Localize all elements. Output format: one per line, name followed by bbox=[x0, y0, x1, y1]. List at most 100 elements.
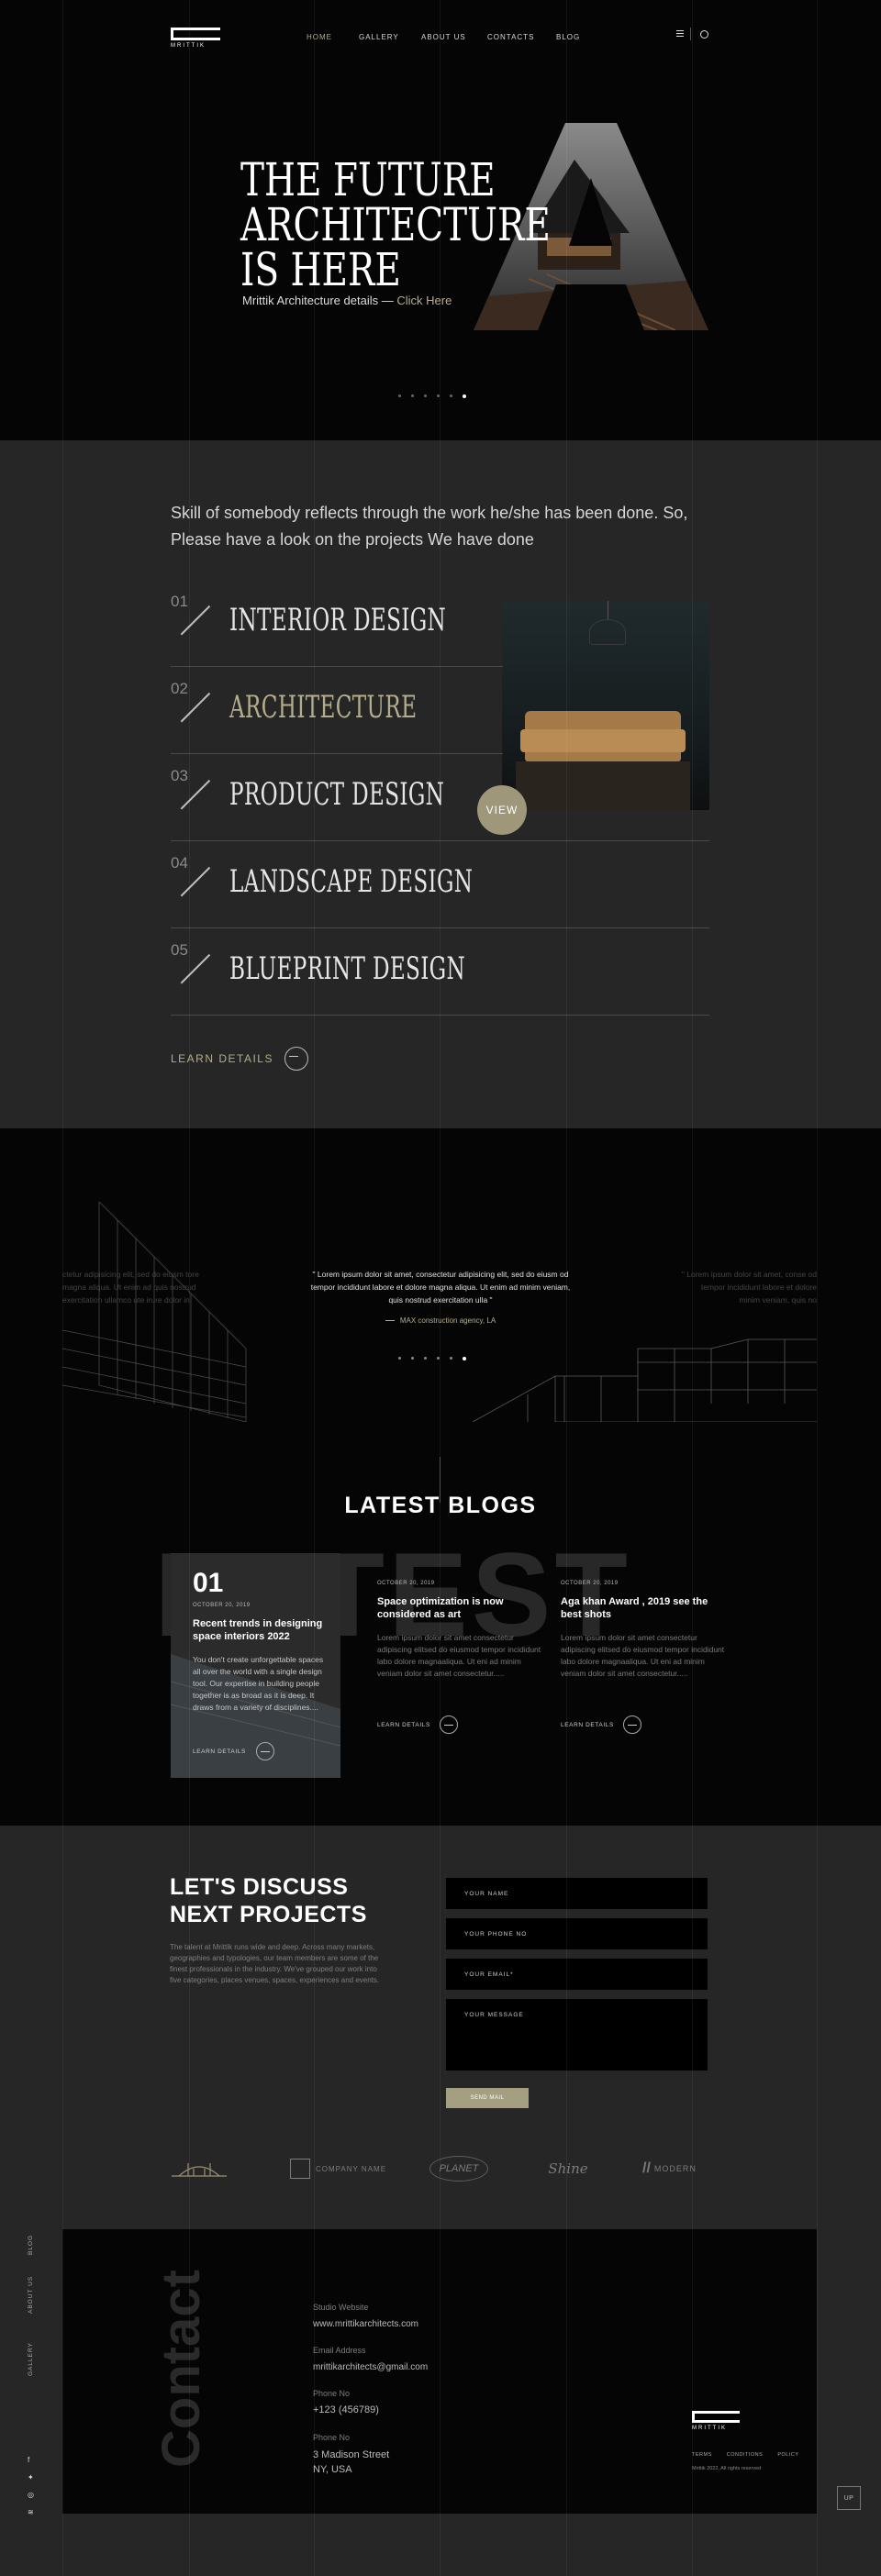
footer: Contact Studio Website www.mrittikarchit… bbox=[62, 2229, 817, 2514]
slider-dot[interactable] bbox=[437, 394, 440, 397]
slider-dot[interactable] bbox=[424, 394, 427, 397]
arrow-right-icon[interactable] bbox=[256, 1742, 274, 1760]
arrow-right-icon[interactable] bbox=[623, 1715, 641, 1734]
service-name[interactable]: LANDSCAPE DESIGN bbox=[229, 863, 473, 900]
testimonial-author: MAX construction agency, LA bbox=[303, 1316, 578, 1325]
slider-dot[interactable] bbox=[411, 1357, 414, 1360]
service-item[interactable]: 04 LANDSCAPE DESIGN bbox=[171, 841, 709, 928]
studio-label: Studio Website bbox=[313, 2303, 369, 2312]
nav-gallery[interactable]: GALLERY bbox=[359, 33, 399, 41]
nav-contacts[interactable]: CONTACTS bbox=[487, 33, 534, 41]
hero-cta-link[interactable]: Click Here bbox=[396, 294, 452, 307]
blog-card-3[interactable]: OCTOBER 20, 2019 Aga khan Award , 2019 s… bbox=[561, 1553, 730, 1778]
logo-mark bbox=[692, 2411, 740, 2423]
service-item[interactable]: 01 INTERIOR DESIGN bbox=[171, 580, 503, 667]
client-logo-1 bbox=[170, 2156, 229, 2182]
logo-text: Mrittik bbox=[171, 43, 206, 49]
send-mail-button[interactable]: SEND MAIL bbox=[446, 2088, 529, 2108]
side-nav-gallery[interactable]: GALLERY bbox=[28, 2342, 34, 2376]
footer-bg-word: Contact bbox=[151, 2270, 211, 2468]
phone-field[interactable] bbox=[446, 1918, 708, 1949]
hero-section: Mrittik HOME GALLERY ABOUT US CONTACTS B… bbox=[0, 0, 881, 440]
name-field-wrap bbox=[446, 1878, 708, 1909]
service-number: 02 bbox=[171, 680, 188, 697]
logo-mark bbox=[171, 28, 220, 40]
client-logo-2-name: COMPANY NAME bbox=[316, 2164, 387, 2173]
slider-dot[interactable] bbox=[437, 1357, 440, 1360]
slider-dot[interactable] bbox=[411, 394, 414, 397]
service-name[interactable]: ARCHITECTURE bbox=[229, 689, 417, 726]
learn-details-link[interactable]: LEARN DETAILS bbox=[171, 1043, 318, 1071]
blog-card-2[interactable]: OCTOBER 20, 2019 Space optimization is n… bbox=[377, 1553, 547, 1778]
slider-dot[interactable] bbox=[463, 394, 466, 398]
client-logo-3-name: PLANET bbox=[439, 2163, 479, 2174]
blog-card-date: OCTOBER 20, 2019 bbox=[377, 1581, 435, 1586]
testimonial-side-right: " Lorem ipsum dolor sit amet, conse od t… bbox=[681, 1270, 817, 1305]
nav-home[interactable]: HOME bbox=[307, 33, 332, 41]
email-label: Email Address bbox=[313, 2346, 366, 2355]
nav-divider bbox=[690, 28, 691, 40]
slider-dot[interactable] bbox=[424, 1357, 427, 1360]
footer-link-conditions[interactable]: CONDITIONS bbox=[727, 2452, 764, 2458]
footer-logo[interactable]: Mrittik bbox=[692, 2411, 740, 2431]
client-logo-5-name: MODERN bbox=[653, 2164, 697, 2173]
blog-card-learn-label[interactable]: LEARN DETAILS bbox=[193, 1749, 246, 1755]
slider-dot[interactable] bbox=[398, 394, 401, 397]
footer-link-policy[interactable]: POLICY bbox=[777, 2452, 798, 2458]
learn-details-label: LEARN DETAILS bbox=[171, 1052, 273, 1065]
slider-dot[interactable] bbox=[450, 1357, 452, 1360]
blog-card-title[interactable]: Aga khan Award , 2019 see the best shots bbox=[561, 1595, 726, 1621]
slider-dot[interactable] bbox=[450, 394, 452, 397]
service-item[interactable]: 02 ARCHITECTURE bbox=[171, 667, 503, 754]
client-logo-4: Shine bbox=[544, 2156, 592, 2182]
arrow-right-icon[interactable] bbox=[440, 1715, 458, 1734]
footer-logo-text: Mrittik bbox=[692, 2426, 727, 2431]
blog-card-learn-label[interactable]: LEARN DETAILS bbox=[561, 1722, 614, 1728]
blog-card-1[interactable]: 01 OCTOBER 20, 2019 Recent trends in des… bbox=[171, 1553, 340, 1778]
search-icon[interactable] bbox=[700, 30, 708, 39]
side-nav-blog[interactable]: BLOG bbox=[28, 2235, 34, 2255]
slider-dot[interactable] bbox=[463, 1357, 466, 1360]
service-name[interactable]: PRODUCT DESIGN bbox=[229, 776, 444, 813]
side-nav-about[interactable]: ABOUT US bbox=[28, 2276, 34, 2314]
blog-card-excerpt: Lorem ipsum dolor sit amet consectetur a… bbox=[561, 1633, 725, 1678]
footer-link-terms[interactable]: TERMS bbox=[692, 2452, 712, 2458]
service-item[interactable]: 03 PRODUCT DESIGN bbox=[171, 754, 709, 841]
client-logo-5: // MODERN bbox=[642, 2156, 708, 2182]
blog-card-title[interactable]: Space optimization is now considered as … bbox=[377, 1595, 542, 1621]
name-field[interactable] bbox=[446, 1878, 708, 1909]
service-name[interactable]: INTERIOR DESIGN bbox=[229, 602, 446, 638]
scroll-up-label: UP bbox=[843, 2494, 854, 2502]
rss-icon[interactable]: ≋ bbox=[28, 2508, 34, 2516]
blog-card-learn-label[interactable]: LEARN DETAILS bbox=[377, 1722, 430, 1728]
contact-heading: LET'S DISCUSS NEXT PROJECTS bbox=[170, 1873, 367, 1928]
service-number: 04 bbox=[171, 854, 188, 872]
service-item[interactable]: 05 BLUEPRINT DESIGN bbox=[171, 928, 709, 1016]
blog-card-date: OCTOBER 20, 2019 bbox=[193, 1603, 251, 1608]
hero-title-line-1: THE FUTURE bbox=[240, 153, 496, 206]
blogs-heading: LATEST BLOGS bbox=[344, 1493, 537, 1518]
facebook-icon[interactable]: f bbox=[28, 2456, 29, 2464]
nav-blog[interactable]: BLOG bbox=[556, 33, 580, 41]
blog-card-excerpt: Lorem ipsum dolor sit amet consectetur a… bbox=[377, 1633, 541, 1678]
service-name[interactable]: BLUEPRINT DESIGN bbox=[229, 950, 465, 987]
slider-dot[interactable] bbox=[398, 1357, 401, 1360]
menu-icon[interactable] bbox=[676, 30, 684, 38]
phone-value[interactable]: +123 (456789) bbox=[313, 2404, 379, 2415]
chevron-mark-icon: // bbox=[642, 2160, 651, 2176]
email-value[interactable]: mrittikarchitects@gmail.com bbox=[313, 2362, 428, 2372]
instagram-icon[interactable]: ◎ bbox=[28, 2491, 34, 2499]
blog-card-title[interactable]: Recent trends in designing space interio… bbox=[193, 1617, 330, 1643]
message-field[interactable] bbox=[446, 1999, 708, 2071]
left-building-sketch bbox=[62, 1202, 247, 1422]
twitter-icon[interactable]: ✦ bbox=[28, 2473, 34, 2482]
hero-title-line-3: IS HERE bbox=[240, 243, 401, 296]
phone-label: Phone No bbox=[313, 2389, 351, 2398]
nav-about-us[interactable]: ABOUT US bbox=[421, 33, 466, 41]
footer-links: TERMS CONDITIONS POLICY bbox=[692, 2452, 799, 2458]
logo[interactable]: Mrittik bbox=[171, 28, 220, 49]
studio-value[interactable]: www.mrittikarchitects.com bbox=[313, 2319, 418, 2329]
scroll-up-button[interactable]: UP bbox=[837, 2486, 861, 2510]
email-field[interactable] bbox=[446, 1959, 708, 1990]
phone-field-wrap bbox=[446, 1918, 708, 1949]
